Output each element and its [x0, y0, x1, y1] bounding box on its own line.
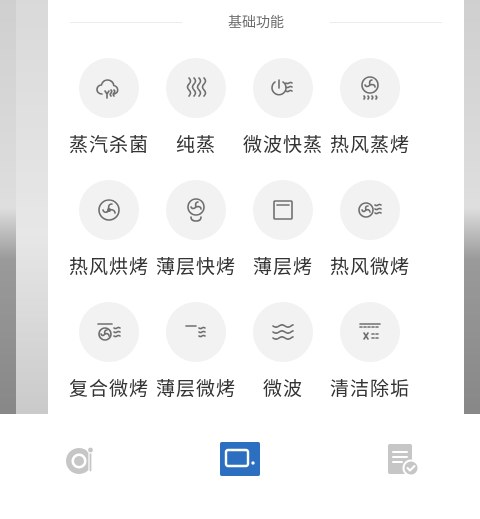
app-screen: 基础功能 蒸汽杀菌 纯蒸 微波快蒸 热风蒸烤 热风烘烤 薄层快烤 薄层烤 热风微… [0, 0, 480, 519]
thin-layer-quick-bake-icon [187, 198, 205, 222]
function-hot-air-micro-bake[interactable]: 热风微烤 [322, 180, 418, 290]
clean-descale-icon [359, 323, 381, 340]
recipe-pot-icon [66, 446, 95, 474]
function-hot-air-steam-bake[interactable]: 热风蒸烤 [322, 58, 418, 168]
thin-layer-bake-icon [273, 200, 293, 220]
hot-air-micro-bake-icon [358, 202, 382, 218]
function-clean-descale[interactable]: 清洁除垢 [322, 302, 418, 412]
function-label: 热风微烤 [329, 256, 410, 278]
combo-micro-bake-icon [97, 323, 121, 341]
oven-device-icon [220, 442, 260, 476]
nav-device[interactable] [218, 438, 262, 482]
pure-steam-icon [186, 77, 207, 97]
hot-air-steam-bake-icon [361, 76, 379, 100]
thin-layer-micro-bake-icon [185, 325, 206, 338]
function-label: 热风蒸烤 [329, 134, 410, 156]
function-panel: 基础功能 蒸汽杀菌 纯蒸 微波快蒸 热风蒸烤 热风烘烤 薄层快烤 薄层烤 热风微… [48, 0, 464, 422]
nav-recipes[interactable] [58, 438, 102, 482]
document-check-icon [388, 444, 420, 477]
steam-sterilize-icon [96, 79, 119, 99]
nav-records[interactable] [380, 438, 424, 482]
microwave-quick-steam-icon [271, 79, 293, 96]
function-label: 清洁除垢 [329, 378, 410, 400]
microwave-icon [272, 324, 294, 340]
bottom-navigation-bar [0, 414, 480, 519]
hot-air-bake-icon [98, 199, 120, 221]
title-divider-right [330, 22, 442, 23]
